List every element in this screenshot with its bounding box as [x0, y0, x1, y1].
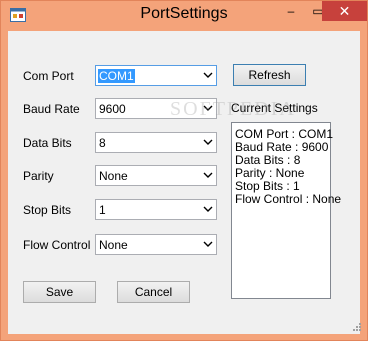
cancel-button[interactable]: Cancel [117, 281, 190, 303]
watermark: SOFTPEDIA [170, 98, 296, 120]
flow-control-label: Flow Control [23, 238, 91, 252]
flow-control-value: None [99, 238, 128, 252]
parity-select[interactable]: None [95, 165, 217, 186]
title-bar[interactable]: PortSettings – ▭ ✕ [1, 1, 367, 31]
stop-bits-value: 1 [99, 203, 106, 217]
minimize-button[interactable]: – [278, 1, 304, 21]
parity-label: Parity [23, 169, 54, 183]
data-bits-value: 8 [99, 136, 106, 150]
flow-control-select[interactable]: None [95, 234, 217, 255]
stop-bits-label: Stop Bits [23, 203, 72, 217]
chevron-down-icon [203, 206, 213, 212]
data-bits-label: Data Bits [23, 136, 72, 150]
current-settings-list: COM Port : COM1 Baud Rate : 9600 Data Bi… [235, 128, 341, 206]
settings-line: Flow Control : None [235, 192, 342, 206]
baud-rate-value: 9600 [99, 102, 126, 116]
com-port-select[interactable]: COM1 [95, 65, 217, 86]
parity-value: None [99, 169, 128, 183]
chevron-down-icon [203, 172, 213, 178]
data-bits-select[interactable]: 8 [95, 132, 217, 153]
refresh-button[interactable]: Refresh [233, 64, 306, 86]
close-button[interactable]: ✕ [322, 1, 367, 21]
resize-grip-icon[interactable] [352, 322, 362, 332]
save-button[interactable]: Save [23, 281, 96, 303]
chevron-down-icon [203, 72, 213, 78]
chevron-down-icon [203, 139, 213, 145]
stop-bits-select[interactable]: 1 [95, 199, 217, 220]
current-settings-box[interactable]: COM Port : COM1 Baud Rate : 9600 Data Bi… [231, 122, 341, 299]
com-port-value: COM1 [98, 69, 135, 83]
chevron-down-icon [203, 241, 213, 247]
com-port-label: Com Port [23, 69, 74, 83]
baud-rate-label: Baud Rate [23, 102, 80, 116]
